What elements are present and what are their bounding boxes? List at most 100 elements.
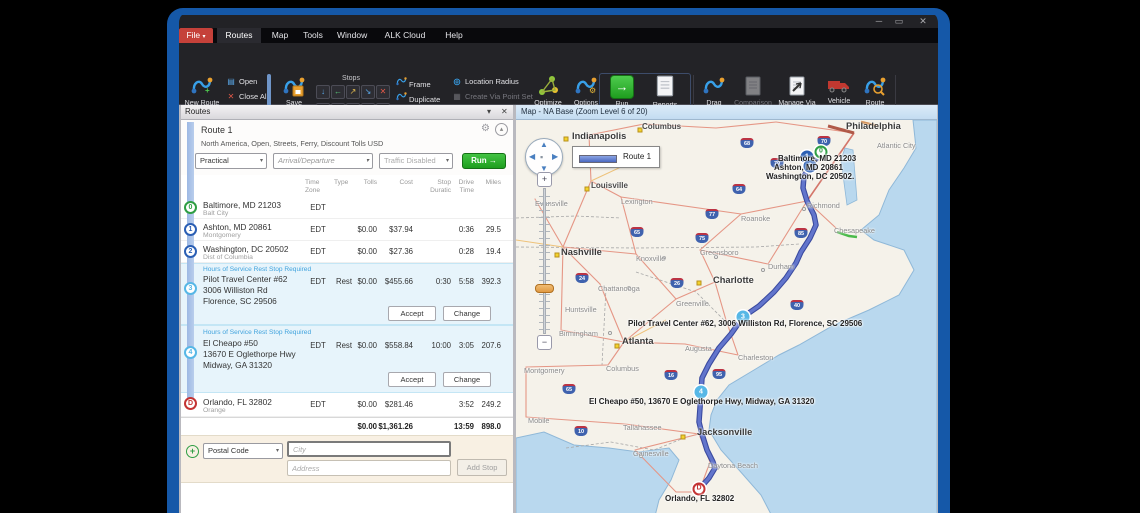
interstate-shield: 65 [563, 384, 576, 394]
route-run-button[interactable]: Run → [462, 153, 506, 169]
interstate-shield: 26 [671, 278, 684, 288]
titlebar: ─ ▭ ✕ [179, 15, 938, 28]
duplicate-button[interactable]: Duplicate [395, 91, 440, 103]
interstate-shield: 95 [713, 369, 726, 379]
add-stop-plus-icon[interactable]: + [186, 445, 199, 458]
frame-button[interactable]: Frame [395, 76, 431, 88]
interstate-shield: 64 [733, 184, 746, 194]
route-profiles-icon [864, 75, 886, 97]
interstate-shield: 24 [576, 273, 589, 283]
stops-tool-icon[interactable]: ↗ [346, 85, 360, 99]
pan-up-icon[interactable]: ▲ [540, 140, 548, 149]
pan-center-icon[interactable]: ▪ [540, 152, 543, 162]
tab-help[interactable]: Help [439, 28, 469, 43]
stops-tool-icon[interactable]: ↓ [316, 85, 330, 99]
panel-close-icon[interactable]: ✕ [501, 107, 508, 116]
interstate-shield: 40 [791, 300, 804, 310]
zoom-track[interactable] [543, 188, 546, 334]
folder-icon: ▤ [225, 76, 237, 88]
city-label: Gainesville [633, 449, 669, 458]
options-button[interactable]: ⚙ Options [569, 75, 603, 108]
vehicle-profiles-icon [827, 75, 851, 95]
minimize-icon[interactable]: ─ [871, 15, 887, 27]
accept-button[interactable]: Accept [388, 306, 436, 321]
maximize-icon[interactable]: ▭ [891, 15, 907, 27]
city-label: Lexington [621, 197, 653, 206]
stops-tool-icon[interactable]: ↘ [361, 85, 375, 99]
change-button[interactable]: Change [443, 306, 491, 321]
stops-tool-icon[interactable]: ✕ [376, 85, 390, 99]
stop-row[interactable]: D Orlando, FL 32802 Orange EDT $0.00 $28… [181, 393, 513, 417]
tab-window[interactable]: Window [331, 28, 373, 43]
chevron-down-icon: ▾ [366, 154, 369, 168]
close-icon[interactable]: ✕ [915, 15, 931, 27]
change-button[interactable]: Change [443, 372, 491, 387]
new-route-button[interactable]: + New Route [183, 75, 221, 108]
close-all-button[interactable]: ✕Close All [225, 91, 268, 103]
map-stop-label: El Cheapo #50, 13670 E Oglethorpe Hwy, M… [589, 397, 814, 406]
map-graphics [516, 120, 937, 513]
zoom-slider-handle[interactable] [535, 284, 554, 293]
city-label: Greenville [676, 299, 709, 308]
pan-right-icon[interactable]: ▶ [552, 152, 558, 161]
map-title: Map - NA Base (Zoom Level 6 of 20) [521, 107, 648, 116]
map-stop-label: Washington, DC 20502. [766, 172, 854, 181]
city-input[interactable] [287, 441, 451, 457]
run-button[interactable]: → Run [607, 75, 637, 109]
city-dot [555, 253, 560, 258]
gear-icon: ⚙ [589, 87, 596, 95]
stop-row[interactable]: 0 Baltimore, MD 21203 Balt City EDT [181, 197, 513, 219]
tab-tools[interactable]: Tools [297, 28, 329, 43]
grid-icon: ▦ [451, 91, 463, 103]
map-pan-control[interactable]: ▲ ▼ ◀ ▶ ▪ [525, 138, 563, 176]
comparison-report-icon [742, 75, 764, 97]
city-label: Charlotte [713, 275, 754, 285]
map-stop-label: Orlando, FL 32802 [665, 494, 734, 503]
pan-left-icon[interactable]: ◀ [529, 152, 535, 161]
interstate-shield: 65 [631, 227, 644, 237]
hos-note: Hours of Service Rest Stop Required [203, 266, 311, 273]
stop-type-select[interactable]: Postal Code▾ [203, 443, 283, 459]
city-label: Atlantic City [877, 141, 916, 150]
stop-row-rest[interactable]: 3 Hours of Service Rest Stop Required Pi… [181, 263, 513, 325]
open-button[interactable]: ▤Open [225, 76, 257, 88]
stops-tool-icon[interactable]: ← [331, 85, 345, 99]
city-label: Louisville [591, 181, 628, 190]
caret-down-icon: ▾ [203, 34, 206, 40]
plus-icon: + [205, 87, 210, 95]
tab-alk-cloud[interactable]: ALK Cloud • [377, 28, 433, 43]
close-all-icon: ✕ [225, 91, 237, 103]
stop-row[interactable]: 1 Ashton, MD 20861 Montgomery EDT $0.00 … [181, 219, 513, 241]
city-label: Columbus [642, 122, 681, 131]
routing-type-select[interactable]: Practical▾ [195, 153, 267, 169]
routes-panel-header: Routes ▾ ✕ [181, 105, 513, 120]
city-label: Daytona Beach [708, 461, 758, 470]
map-canvas[interactable]: 706879647765758524264016956510 Philadelp… [516, 120, 937, 513]
stop-row-rest[interactable]: 4 Hours of Service Rest Stop Required El… [181, 325, 513, 393]
location-radius-button[interactable]: ◎Location Radius [451, 76, 519, 88]
city-label: Roanoke [741, 214, 770, 223]
city-label: Huntsville [565, 305, 597, 314]
arrival-departure-select[interactable]: Arrival/Departure▾ [273, 153, 373, 169]
city-label: Greensboro [700, 248, 739, 257]
stop-row[interactable]: 2 Washington, DC 20502 Dist of Columbia … [181, 241, 513, 263]
zoom-out-icon[interactable]: − [537, 335, 552, 350]
interstate-shield: 70 [818, 136, 831, 146]
tab-file[interactable]: File ▾ [179, 28, 213, 43]
city-label: Jacksonville [697, 427, 752, 437]
menubar: File ▾ Routes Map Tools Window ALK Cloud… [179, 28, 938, 43]
panel-menu-icon[interactable]: ▾ [487, 107, 491, 116]
add-stop-button[interactable]: Add Stop [457, 459, 507, 476]
tab-routes[interactable]: Routes [217, 28, 261, 43]
tab-map[interactable]: Map [265, 28, 295, 43]
address-input[interactable] [287, 460, 451, 476]
route-name: Route 1 [201, 125, 233, 135]
zoom-in-icon[interactable]: + [537, 172, 552, 187]
route-collapse-icon[interactable]: ▴ [495, 123, 508, 136]
city-dot [608, 331, 612, 335]
route-settings-gear-icon[interactable]: ⚙ [481, 123, 490, 134]
city-label: Mobile [528, 416, 550, 425]
accept-button[interactable]: Accept [388, 372, 436, 387]
traffic-select[interactable]: Traffic Disabled▾ [379, 153, 453, 169]
chevron-down-icon: ▾ [446, 154, 449, 168]
